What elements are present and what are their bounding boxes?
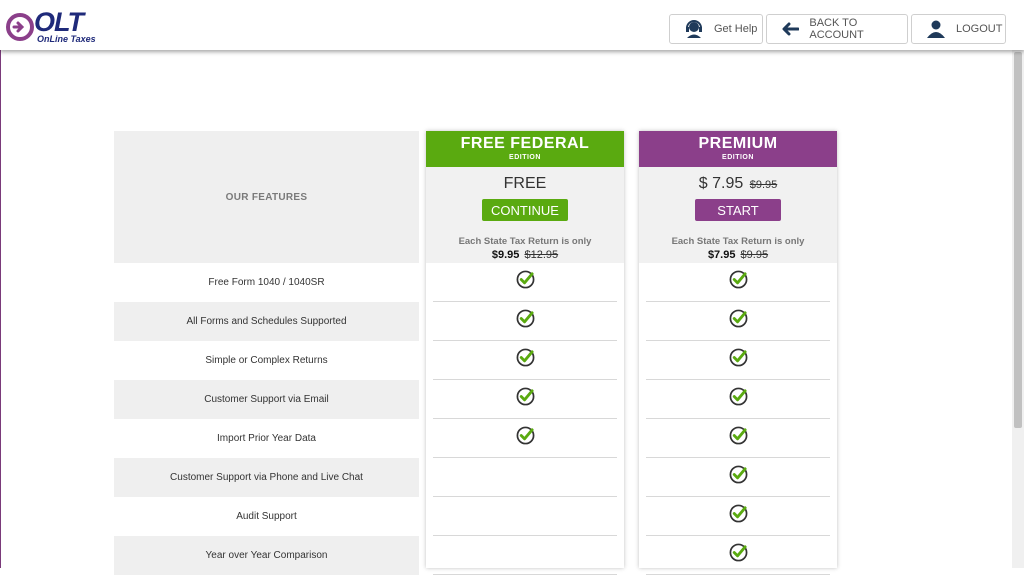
check-icon [516,387,535,411]
feature-row: Import Prior Year Data [217,433,316,444]
feature-cell-premium [646,497,830,536]
state-return-price: $7.95 $9.95 [707,249,769,261]
plan-header: FREE FEDERAL EDITION [426,131,624,167]
check-icon [729,504,748,528]
feature-cell-premium [646,263,830,302]
state-return-note: Each State Tax Return is only [458,236,592,247]
state-old-price: $12.95 [524,249,559,261]
continue-button[interactable]: CONTINUE [482,199,568,221]
feature-row: All Forms and Schedules Supported [114,302,419,341]
plan-old-price: $9.95 [749,179,778,191]
check-icon [729,309,748,333]
logout-button[interactable]: LOGOUT [911,14,1006,44]
feature-cell-premium [646,458,830,497]
check-icon [729,348,748,372]
logout-label: LOGOUT [956,23,1003,35]
plan-edition: EDITION [722,154,754,161]
plan-header: PREMIUM EDITION [639,131,837,167]
plan-price: $ 7.95 $9.95 [698,175,778,192]
check-icon [516,426,535,450]
get-help-button[interactable]: Get Help [669,14,763,44]
feature-cell-free [433,497,617,536]
check-icon [516,309,535,333]
check-icon [729,270,748,294]
feature-row: Free Form 1040 / 1040SR [208,277,325,288]
state-return-note: Each State Tax Return is only [671,236,805,247]
feature-row: Simple or Complex Returns [205,355,328,366]
logo-subtitle: OnLine Taxes [37,34,96,44]
state-old-price: $9.95 [740,249,769,261]
feature-cell-free [433,458,617,497]
plan-title: FREE FEDERAL [460,135,590,152]
feature-cell-free [433,419,617,458]
feature-cell-premium [646,341,830,380]
feature-cell-free [433,536,617,575]
start-button[interactable]: START [695,199,781,221]
feature-cell-premium [646,536,830,575]
logo-swirl-icon [6,13,34,41]
plan-pricing: $ 7.95 $9.95 START Each State Tax Return… [639,167,837,263]
feature-cell-premium [646,302,830,341]
check-icon [516,348,535,372]
check-icon [729,426,748,450]
feature-row: Audit Support [236,511,297,522]
feature-cell-free [433,263,617,302]
feature-row: Customer Support via Email [114,380,419,419]
support-agent-icon [682,19,706,39]
top-header: OLT OnLine Taxes Get Help BACK TO ACCOUN… [0,0,1024,50]
user-icon [924,19,948,39]
arrow-left-icon [779,19,801,39]
back-to-account-label: BACK TO ACCOUNT [809,17,864,41]
state-return-price: $9.95 $12.95 [491,249,559,261]
check-icon [729,387,748,411]
olt-logo[interactable]: OLT OnLine Taxes [6,7,106,46]
feature-cell-free [433,341,617,380]
get-help-label: Get Help [714,23,758,35]
back-to-account-button[interactable]: BACK TO ACCOUNT [766,14,908,44]
features-heading: OUR FEATURES [114,131,419,263]
check-icon [516,270,535,294]
plan-title: PREMIUM [698,135,778,152]
feature-cell-premium [646,419,830,458]
feature-cell-free [433,380,617,419]
scrollbar-thumb[interactable] [1014,52,1022,428]
feature-row: Year over Year Comparison [114,536,419,575]
feature-cell-premium [646,380,830,419]
plan-price: FREE [503,175,547,192]
feature-cell-free [433,302,617,341]
check-icon [729,543,748,567]
feature-row: Customer Support via Phone and Live Chat [114,458,419,497]
plan-pricing: FREE CONTINUE Each State Tax Return is o… [426,167,624,263]
check-icon [729,465,748,489]
plan-edition: EDITION [509,154,541,161]
vertical-scrollbar[interactable] [1012,50,1024,568]
